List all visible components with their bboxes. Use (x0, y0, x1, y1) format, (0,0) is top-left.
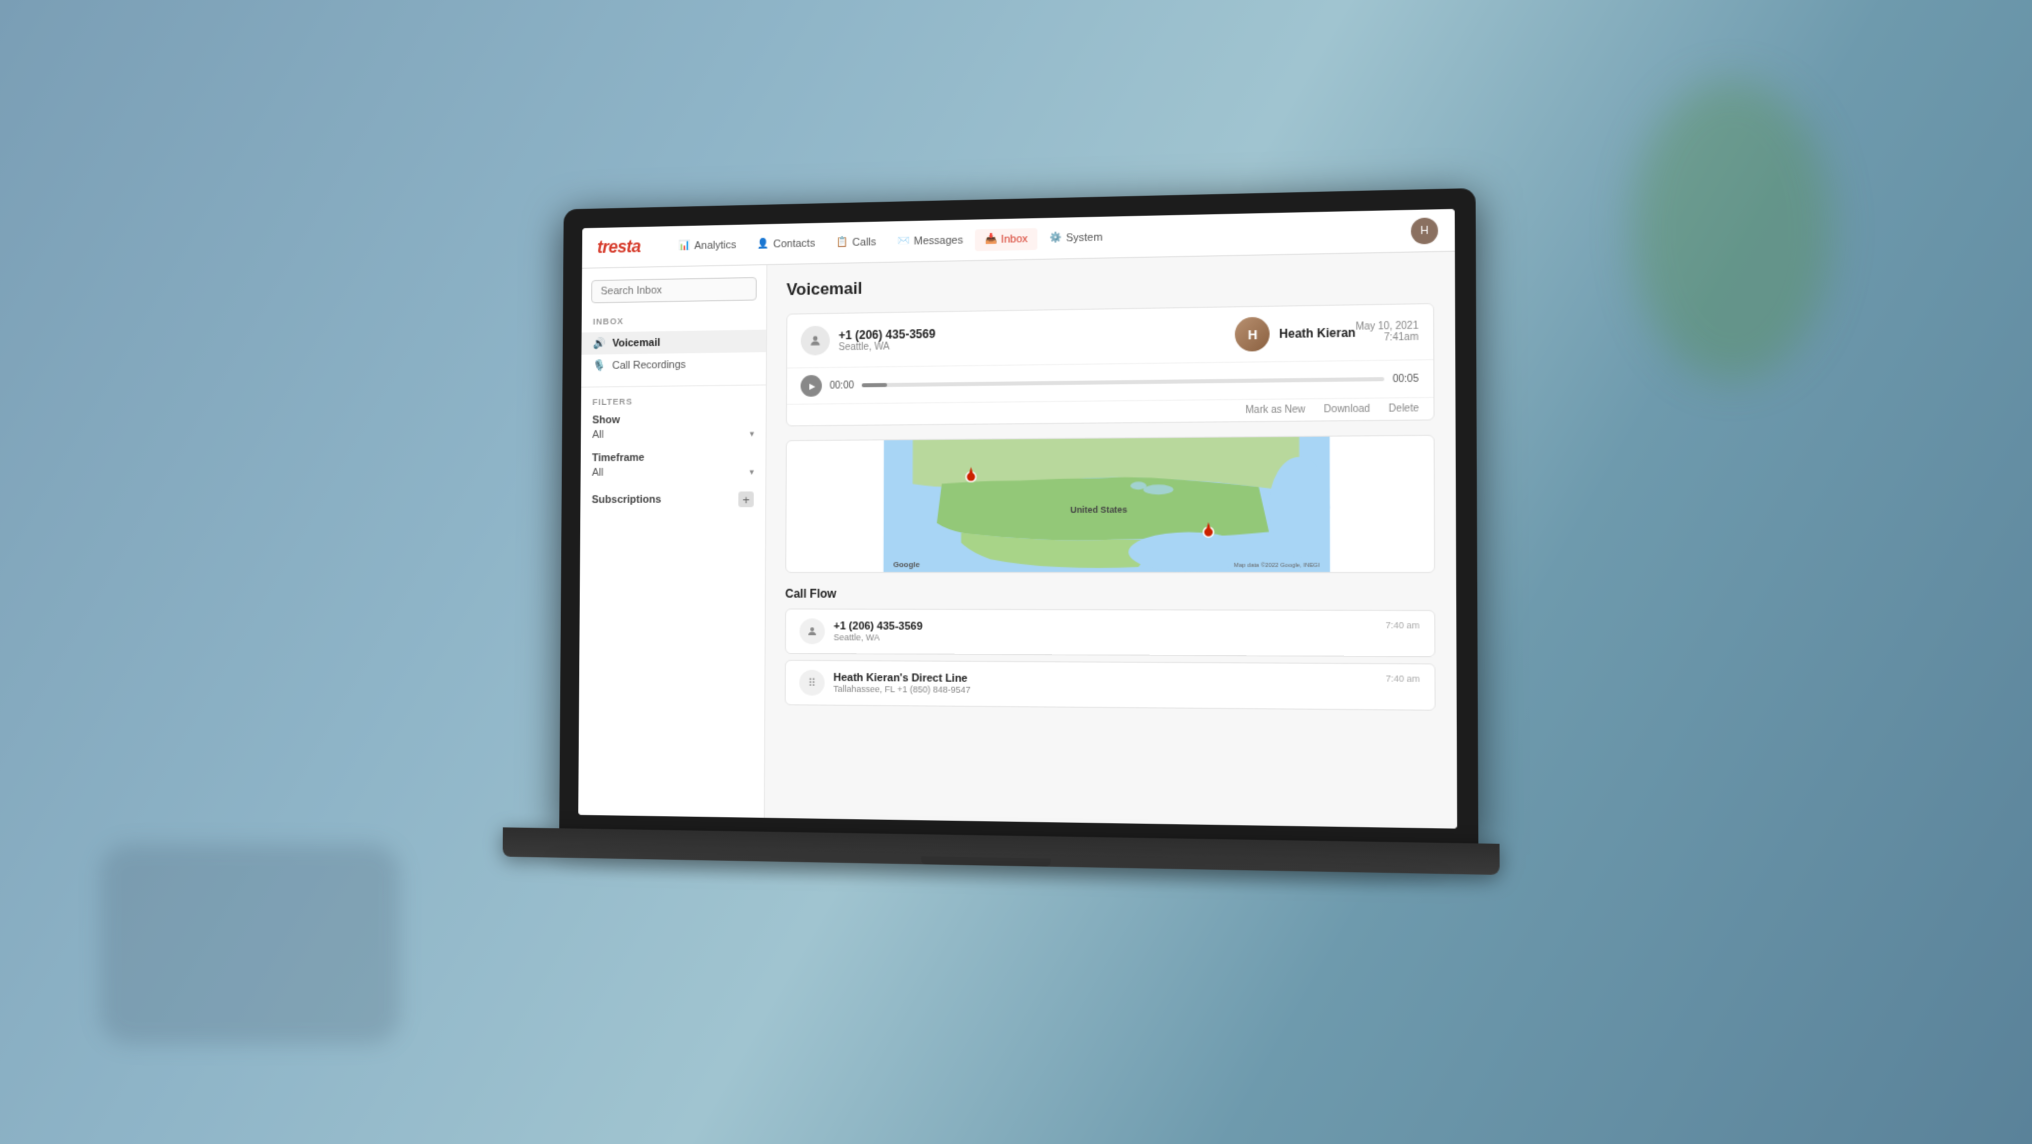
player-duration: 00:05 (1393, 373, 1419, 385)
call-flow-item-2: ⠿ Heath Kieran's Direct Line Tallahassee… (785, 660, 1436, 711)
call-flow-title: Call Flow (785, 587, 1435, 602)
svg-text:Google: Google (893, 560, 920, 569)
add-subscription-button[interactable]: + (738, 491, 753, 507)
filters-section-title: FILTERS (581, 395, 766, 407)
svg-text:United States: United States (1070, 504, 1127, 514)
search-box (591, 277, 757, 303)
timeframe-select[interactable]: All ▾ (592, 466, 754, 479)
delete-button[interactable]: Delete (1389, 403, 1419, 415)
calls-label: Calls (852, 236, 876, 248)
inbox-label: Inbox (1001, 233, 1028, 245)
nav-item-contacts[interactable]: 👤 Contacts (748, 232, 825, 255)
cf-item1-phone: +1 (206) 435-3569 (834, 620, 1377, 634)
caller-info: +1 (206) 435-3569 Seattle, WA (839, 322, 1219, 352)
vm-contact-section: H Heath Kieran (1235, 316, 1355, 352)
contact-avatar: H (1235, 317, 1270, 352)
timeframe-filter: Timeframe All ▾ (581, 451, 766, 479)
content-area: Voicemail +1 (206) 435-3569 Seattle, (765, 252, 1457, 829)
main-area: INBOX 🔊 Voicemail 🎙️ Call Recordings FIL… (578, 252, 1457, 829)
vm-date-section: May 10, 2021 7:41am (1356, 321, 1419, 344)
contact-name: Heath Kieran (1279, 326, 1355, 341)
show-filter: Show All ▾ (581, 413, 766, 441)
vm-date: May 10, 2021 (1356, 321, 1419, 333)
nav-item-messages[interactable]: ✉️ Messages (888, 229, 973, 252)
cf-item1-time: 7:40 am (1386, 620, 1420, 630)
calls-icon: 📋 (836, 237, 848, 248)
sidebar-item-call-recordings[interactable]: 🎙️ Call Recordings (581, 352, 766, 377)
show-label: Show (592, 413, 754, 426)
call-flow-section: Call Flow +1 (206) 435-3569 Seattle, WA (785, 587, 1436, 711)
cf-item1-location: Seattle, WA (834, 632, 1377, 644)
show-chevron-icon: ▾ (750, 428, 754, 439)
inbox-icon: 📥 (985, 234, 997, 245)
messages-label: Messages (914, 234, 963, 247)
cf-item2-time: 7:40 am (1386, 673, 1420, 683)
vm-time: 7:41am (1356, 332, 1419, 344)
search-input[interactable] (591, 277, 757, 303)
player-current-time: 00:00 (830, 380, 854, 391)
play-icon: ▶ (809, 381, 815, 390)
cf-item1-info: +1 (206) 435-3569 Seattle, WA (834, 620, 1377, 644)
download-button[interactable]: Download (1324, 404, 1370, 416)
voicemail-card: +1 (206) 435-3569 Seattle, WA H Heath Ki… (786, 303, 1435, 426)
map-background: United States Google Map data ©2022 Goog… (786, 436, 1434, 572)
show-value: All (592, 429, 604, 441)
sidebar: INBOX 🔊 Voicemail 🎙️ Call Recordings FIL… (578, 265, 767, 818)
player-progress (862, 383, 887, 387)
system-label: System (1066, 231, 1103, 244)
call-recordings-label: Call Recordings (612, 359, 686, 372)
app-logo: tresta (597, 237, 641, 258)
cf-item2-info: Heath Kieran's Direct Line Tallahassee, … (833, 672, 1376, 698)
cf-person-icon (799, 618, 824, 644)
voicemail-label: Voicemail (612, 337, 660, 349)
page-title: Voicemail (786, 268, 1434, 300)
call-flow-item-1: +1 (206) 435-3569 Seattle, WA 7:40 am (785, 608, 1436, 657)
timeframe-label: Timeframe (592, 451, 754, 464)
nav-item-calls[interactable]: 📋 Calls (827, 231, 886, 254)
person-icon-cf (806, 625, 818, 637)
contacts-icon: 👤 (757, 239, 769, 250)
show-select[interactable]: All ▾ (592, 428, 754, 441)
mark-as-new-button[interactable]: Mark as New (1245, 404, 1305, 416)
timeframe-chevron-icon: ▾ (749, 466, 753, 477)
analytics-icon: 📊 (679, 240, 691, 251)
messages-icon: ✉️ (898, 236, 910, 247)
map-section: United States Google Map data ©2022 Goog… (785, 435, 1435, 573)
contacts-label: Contacts (773, 237, 815, 250)
player-track[interactable] (862, 377, 1385, 387)
timeframe-value: All (592, 467, 604, 479)
sidebar-item-voicemail[interactable]: 🔊 Voicemail (581, 330, 766, 355)
inbox-section-title: INBOX (582, 314, 767, 327)
system-icon: ⚙️ (1050, 233, 1062, 244)
nav-items: 📊 Analytics 👤 Contacts 📋 Calls ✉️ (669, 220, 1411, 257)
avatar[interactable]: H (1411, 217, 1438, 244)
cf-grid-icon: ⠿ (799, 670, 824, 696)
map-svg: United States Google Map data ©2022 Goog… (786, 436, 1434, 572)
subscriptions-row: Subscriptions + (580, 491, 765, 507)
person-icon (808, 334, 822, 348)
nav-item-system[interactable]: ⚙️ System (1040, 226, 1113, 249)
voicemail-icon: 🔊 (593, 337, 606, 350)
nav-item-analytics[interactable]: 📊 Analytics (669, 234, 746, 257)
caller-icon (801, 326, 830, 356)
subscriptions-label: Subscriptions (592, 494, 662, 506)
analytics-label: Analytics (694, 239, 736, 252)
mic-icon: 🎙️ (593, 359, 606, 372)
vm-header: +1 (206) 435-3569 Seattle, WA H Heath Ki… (787, 304, 1433, 368)
play-button[interactable]: ▶ (801, 375, 822, 397)
svg-text:Map data ©2022 Google, INEGI: Map data ©2022 Google, INEGI (1234, 562, 1320, 569)
nav-item-inbox[interactable]: 📥 Inbox (975, 228, 1038, 251)
